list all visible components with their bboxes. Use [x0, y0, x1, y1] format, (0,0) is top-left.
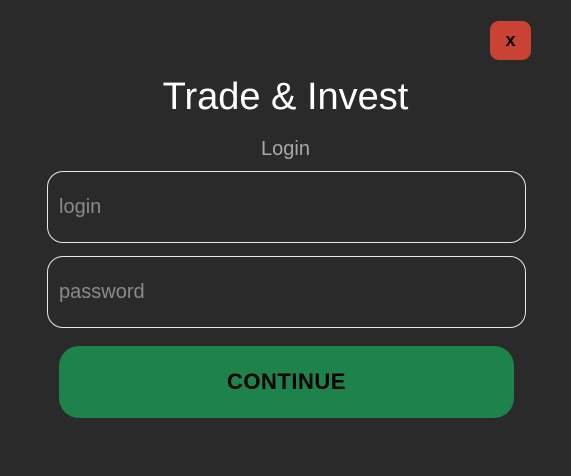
- modal-title: Trade & Invest: [162, 76, 409, 118]
- login-modal: x Trade & Invest Login CONTINUE: [0, 0, 571, 476]
- modal-subtitle: Login: [261, 138, 310, 160]
- close-button[interactable]: x: [490, 21, 531, 60]
- password-input[interactable]: [47, 256, 526, 328]
- login-input[interactable]: [47, 171, 526, 243]
- continue-button[interactable]: CONTINUE: [59, 346, 514, 418]
